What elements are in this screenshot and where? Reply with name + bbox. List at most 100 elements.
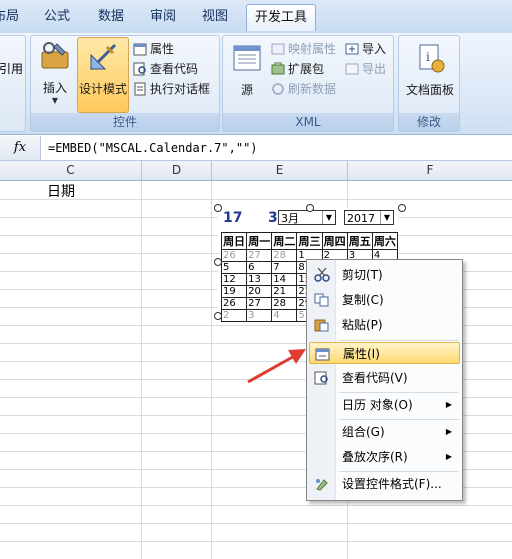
calendar-day[interactable]: 13	[246, 273, 273, 286]
column-header-e[interactable]: E	[212, 161, 348, 180]
chevron-down-icon: ▼	[322, 211, 335, 224]
chevron-down-icon: ▼	[380, 211, 393, 224]
column-header-c[interactable]: C	[0, 161, 142, 180]
weekday-header: 周三	[296, 232, 323, 250]
tab-review[interactable]: 审阅	[142, 4, 184, 30]
run-dialog-button[interactable]: 执行对话框	[133, 80, 210, 98]
calendar-day[interactable]: 27	[246, 297, 273, 310]
resize-handle[interactable]	[398, 204, 406, 212]
menu-item-copy[interactable]: 复制(C)	[309, 289, 460, 311]
column-header-f[interactable]: F	[348, 161, 512, 180]
calendar-day[interactable]: 4	[271, 309, 298, 322]
properties-icon	[133, 43, 147, 56]
design-mode-label: 设计模式	[78, 82, 127, 96]
map-properties-button[interactable]: 映射属性	[271, 40, 336, 58]
calendar-day[interactable]: 28	[271, 249, 298, 262]
menu-item-properties[interactable]: 属性(I)	[309, 342, 460, 364]
export-label: 导出	[362, 62, 387, 76]
properties-button[interactable]: 属性	[133, 40, 174, 58]
insert-function-button[interactable]: fx	[0, 136, 41, 160]
menu-item-label: 设置控件格式(F)...	[342, 477, 442, 491]
export-button[interactable]: 导出	[345, 60, 386, 78]
modify-group: i 文档面板 修改	[398, 35, 460, 132]
menu-item-cut[interactable]: 剪切(T)	[309, 264, 460, 286]
insert-button[interactable]: 插入 ▼	[35, 40, 75, 105]
menu-item-calendar-object[interactable]: 日历 对象(O) ▶	[309, 394, 460, 416]
menu-separator	[339, 340, 459, 341]
weekday-header: 周一	[246, 232, 273, 250]
calendar-day[interactable]: 21	[271, 285, 298, 298]
row-line	[0, 199, 512, 200]
weekday-header: 周四	[321, 232, 348, 250]
tab-layout[interactable]: 布局	[0, 4, 20, 30]
calendar-day[interactable]: 14	[271, 273, 298, 286]
design-mode-icon	[89, 43, 117, 71]
calendar-day[interactable]: 2	[220, 309, 248, 322]
menu-item-group[interactable]: 组合(G) ▶	[309, 421, 460, 443]
menu-item-label: 剪切(T)	[342, 268, 383, 282]
calendar-day[interactable]: 6	[246, 261, 273, 274]
design-mode-button[interactable]: 设计模式	[77, 37, 129, 113]
menu-item-view-code[interactable]: 查看代码(V)	[309, 367, 460, 389]
tab-data[interactable]: 数据	[90, 4, 132, 30]
year-select[interactable]: 2017 ▼	[344, 210, 394, 225]
view-code-button[interactable]: 查看代码	[133, 60, 198, 78]
resize-handle[interactable]	[214, 204, 222, 212]
row-line	[0, 541, 512, 542]
context-menu: 剪切(T) 复制(C) 粘贴(P) 属性(I) 查看代码(V) 日历 对象(O)…	[306, 259, 463, 501]
refresh-data-button[interactable]: 刷新数据	[271, 80, 336, 98]
formula-bar: fx =EMBED("MSCAL.Calendar.7","")	[0, 136, 512, 161]
calendar-month-big: 3	[268, 210, 278, 226]
calendar-day[interactable]: 7	[271, 261, 298, 274]
expansion-pack-button[interactable]: 扩展包	[271, 60, 324, 78]
tab-formulas[interactable]: 公式	[36, 4, 78, 30]
partial-group: 引用	[0, 35, 26, 132]
document-panel-label: 文档面板	[405, 83, 454, 97]
document-panel-icon: i	[419, 44, 445, 73]
row-line	[0, 523, 512, 524]
submenu-arrow-icon: ▶	[445, 427, 452, 436]
calendar-day[interactable]: 27	[246, 249, 273, 262]
year-select-value: 2017	[347, 212, 375, 225]
export-icon	[345, 63, 359, 75]
weekday-header: 周六	[371, 232, 399, 250]
calendar-day[interactable]: 26	[220, 249, 248, 262]
calendar-day[interactable]: 12	[220, 273, 248, 286]
menu-item-paste[interactable]: 粘贴(P)	[309, 314, 460, 336]
month-select[interactable]: 3月 ▼	[278, 210, 336, 225]
import-button[interactable]: 导入	[345, 40, 386, 58]
calendar-day[interactable]: 20	[246, 285, 273, 298]
scissors-icon	[314, 268, 330, 282]
properties-icon	[315, 348, 330, 361]
resize-handle[interactable]	[214, 258, 222, 266]
calendar-day[interactable]: 5	[220, 261, 248, 274]
menu-item-label: 属性(I)	[343, 347, 380, 361]
map-properties-label: 映射属性	[288, 42, 337, 56]
row-line	[0, 505, 512, 506]
resize-handle[interactable]	[214, 312, 222, 320]
import-icon	[345, 43, 359, 55]
controls-group-label: 控件	[31, 113, 219, 131]
calendar-day[interactable]: 26	[220, 297, 248, 310]
calendar-day[interactable]: 28	[271, 297, 298, 310]
tab-view[interactable]: 视图	[194, 4, 236, 30]
menu-item-format-control[interactable]: 设置控件格式(F)...	[309, 473, 460, 495]
column-header-d[interactable]: D	[142, 161, 212, 180]
paste-icon	[314, 319, 329, 332]
column-line	[211, 181, 212, 559]
formula-input[interactable]: =EMBED("MSCAL.Calendar.7","")	[48, 136, 258, 160]
resize-handle[interactable]	[306, 204, 314, 212]
tab-developer[interactable]: 开发工具	[246, 4, 316, 31]
menu-item-label: 查看代码(V)	[342, 371, 408, 385]
source-button[interactable]: 源	[227, 42, 267, 98]
calendar-day[interactable]: 19	[220, 285, 248, 298]
menu-separator	[339, 392, 459, 393]
weekday-header: 周五	[346, 232, 373, 250]
menu-item-order[interactable]: 叠放次序(R) ▶	[309, 446, 460, 468]
document-panel-button[interactable]: i 文档面板	[401, 42, 459, 98]
controls-group: 插入 ▼ 设计模式 属性 查看代码 执行对话框 控件	[30, 35, 220, 132]
refresh-data-label: 刷新数据	[288, 82, 337, 96]
calendar-day[interactable]: 3	[246, 309, 273, 322]
partial-ref-label[interactable]: 引用	[0, 60, 23, 77]
cell-c1[interactable]: 日期	[47, 181, 75, 201]
